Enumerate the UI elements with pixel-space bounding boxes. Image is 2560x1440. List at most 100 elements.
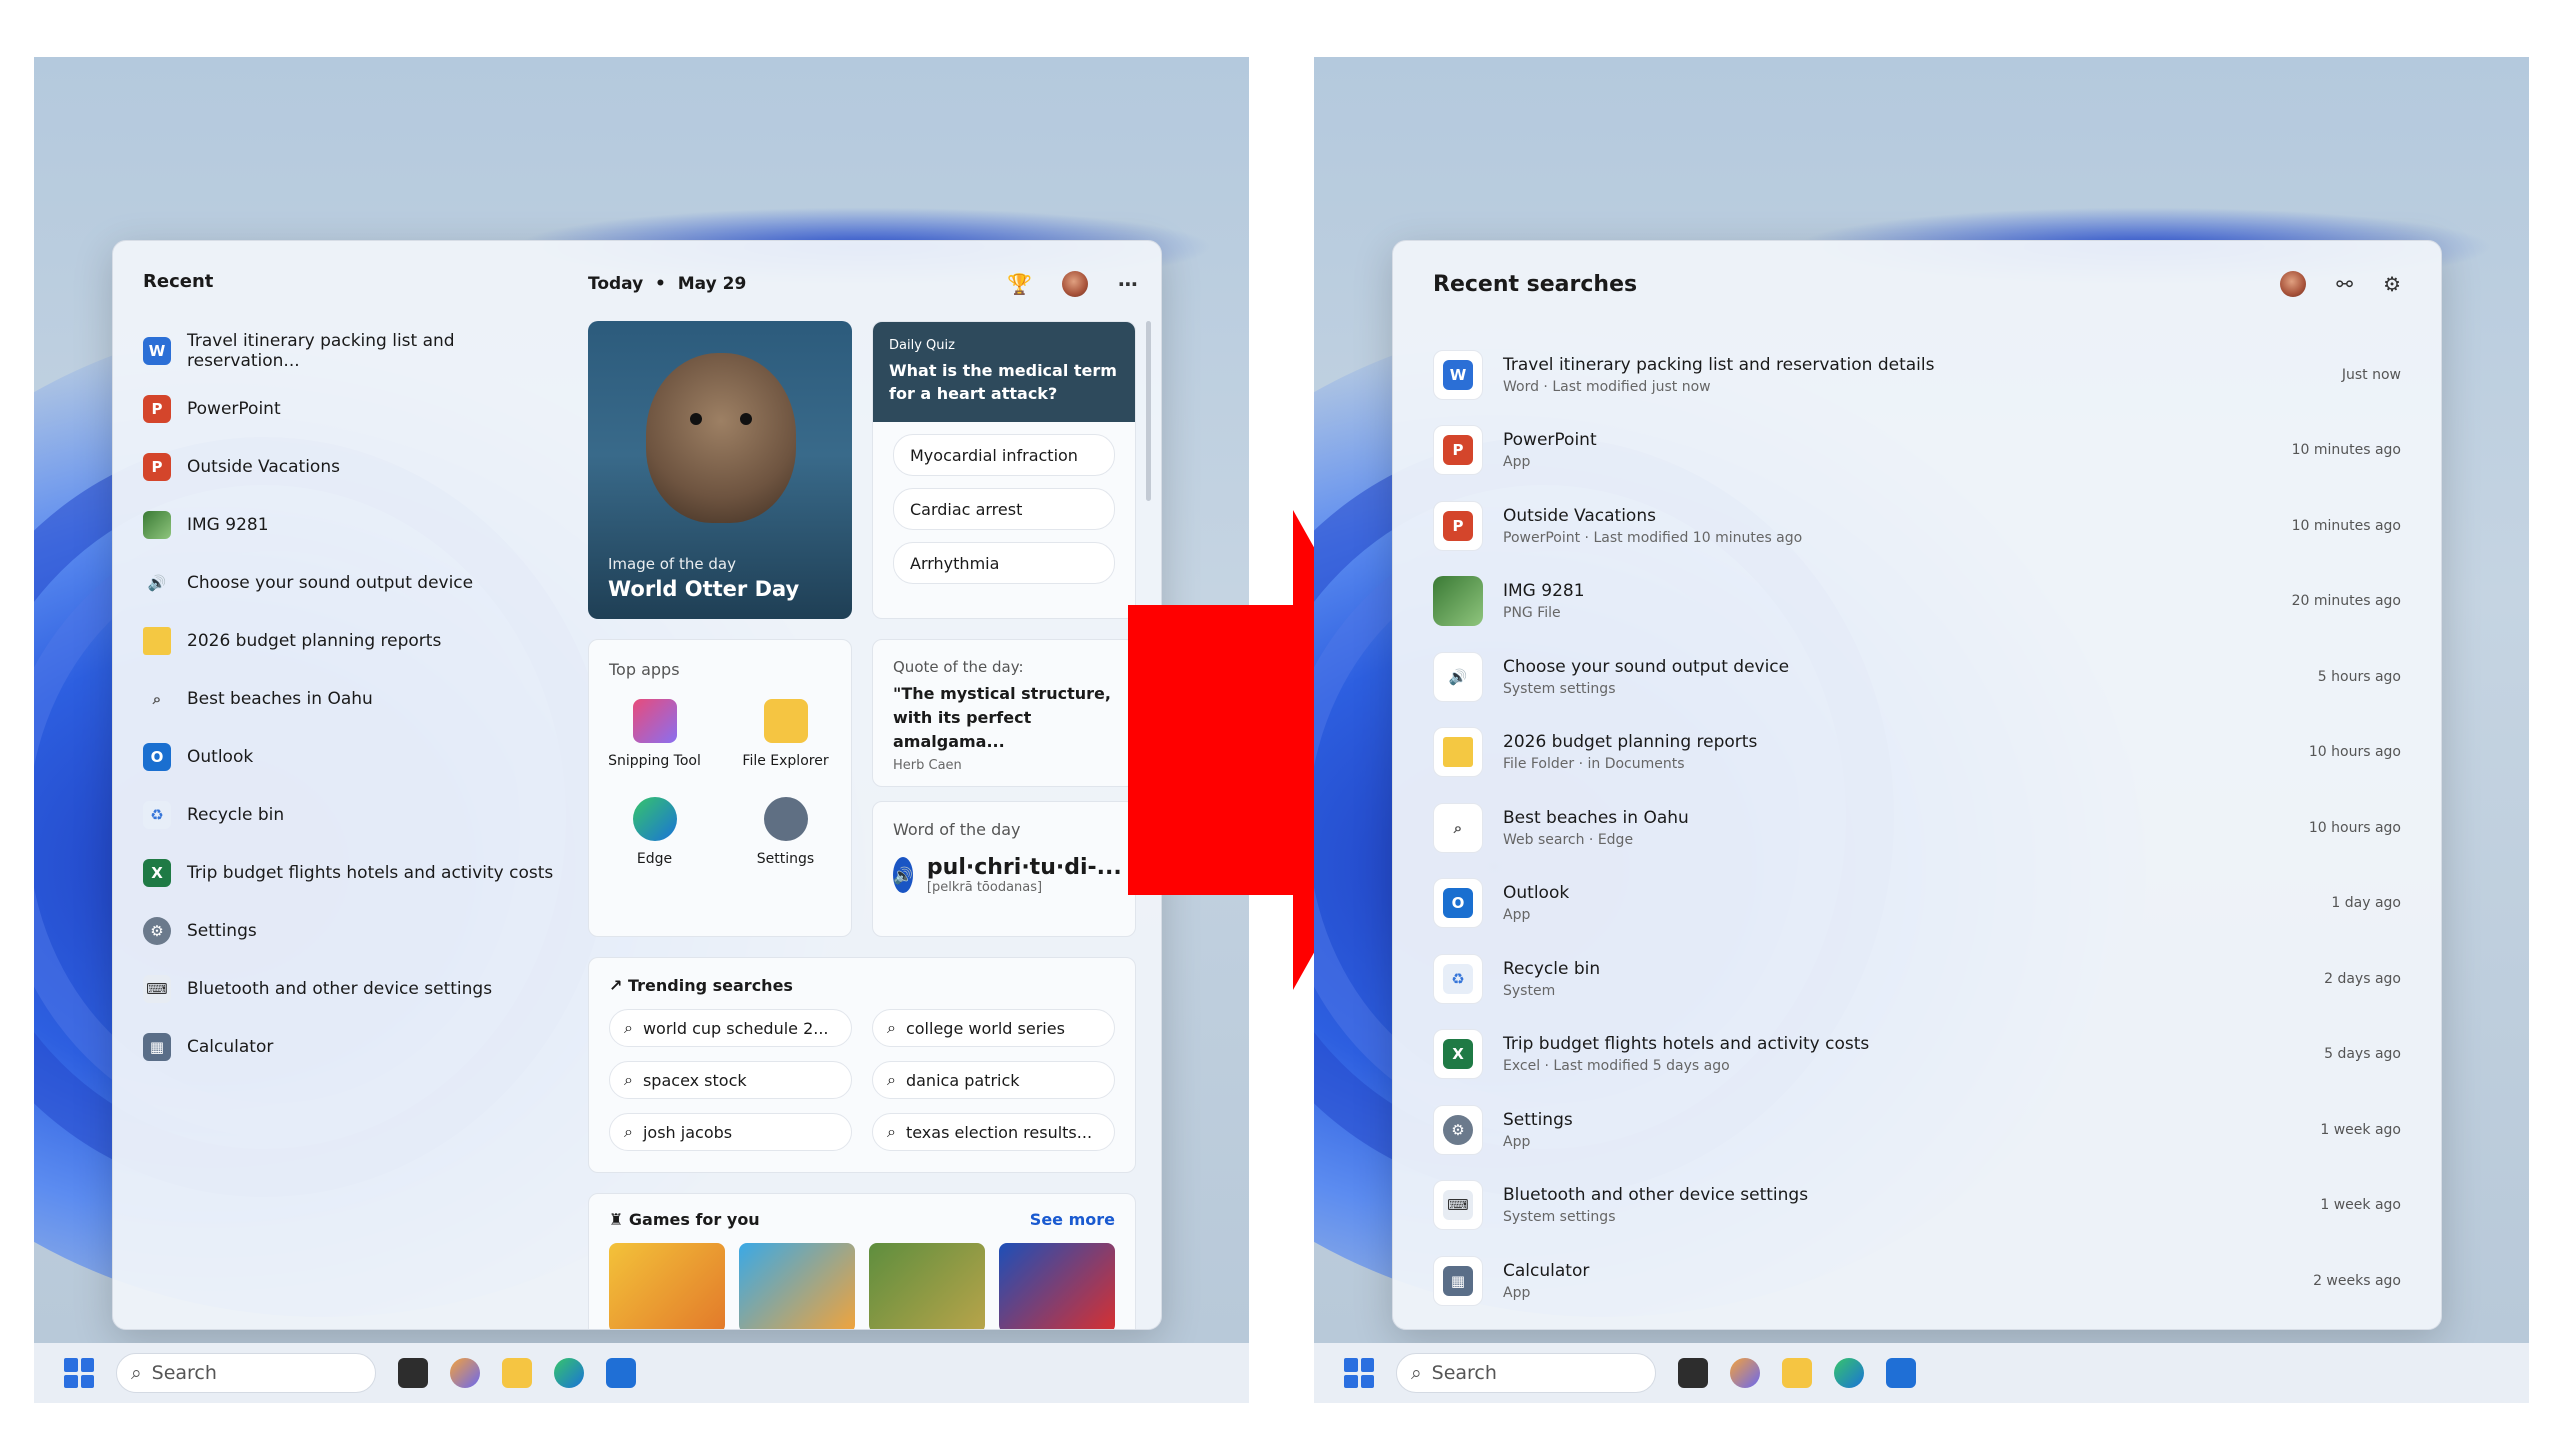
taskbar-search-box[interactable]: ⌕ Search — [1396, 1353, 1656, 1393]
otter-eye-right — [740, 413, 752, 425]
scrollbar[interactable] — [1146, 321, 1151, 501]
store-icon[interactable] — [606, 1358, 636, 1388]
recent-item[interactable]: P PowerPoint — [143, 380, 563, 438]
recent-item[interactable]: O Outlook — [143, 728, 563, 786]
result-text: Bluetooth and other device settings Syste… — [1503, 1185, 2300, 1225]
file-explorer-icon[interactable] — [1782, 1358, 1812, 1388]
result-row[interactable]: X Trip budget flights hotels and activity… — [1433, 1017, 2401, 1093]
recent-item[interactable]: ⌨ Bluetooth and other device settings — [143, 960, 563, 1018]
result-sub: System settings — [1503, 680, 1616, 697]
result-name: Travel itinerary packing list and reserv… — [1503, 354, 1935, 375]
recycle-bin-icon: ♻ — [143, 801, 171, 829]
file-explorer-icon[interactable] — [502, 1358, 532, 1388]
recent-item[interactable]: X Trip budget flights hotels and activity… — [143, 844, 563, 902]
result-name: Outside Vacations — [1503, 505, 1656, 526]
quiz-option[interactable]: Arrhythmia — [893, 542, 1115, 584]
recent-item-label: 2026 budget planning reports — [187, 631, 442, 651]
recent-searches-list: W Travel itinerary packing list and reser… — [1433, 337, 2401, 1319]
recent-item[interactable]: 🔊 Choose your sound output device — [143, 554, 563, 612]
speaker-icon: 🔊 — [147, 574, 167, 592]
trending-pill[interactable]: ⌕ world cup schedule 2... — [609, 1009, 852, 1047]
recent-item-label: PowerPoint — [187, 399, 281, 419]
app-edge[interactable]: Edge — [589, 797, 720, 867]
trending-pill[interactable]: ⌕ josh jacobs — [609, 1113, 852, 1151]
quiz-option[interactable]: Cardiac arrest — [893, 488, 1115, 530]
result-sub: App — [1503, 1133, 1531, 1150]
search-icon: ⌕ — [624, 1018, 633, 1037]
recent-item[interactable]: 2026 budget planning reports — [143, 612, 563, 670]
result-row[interactable]: IMG 9281 PNG File 20 minutes ago — [1433, 564, 2401, 640]
recent-item[interactable]: ♻ Recycle bin — [143, 786, 563, 844]
result-row[interactable]: O Outlook App 1 day ago — [1433, 866, 2401, 942]
copilot-icon[interactable] — [1730, 1358, 1760, 1388]
result-sub: System settings — [1503, 1209, 1616, 1226]
app-file-explorer[interactable]: File Explorer — [720, 699, 851, 769]
speaker-icon[interactable]: 🔊 — [893, 857, 913, 893]
result-row[interactable]: P PowerPoint App 10 minutes ago — [1433, 413, 2401, 489]
game-tile[interactable] — [869, 1243, 985, 1329]
start-button[interactable] — [64, 1358, 94, 1388]
taskbar: ⌕ Search — [1314, 1343, 2529, 1403]
top-apps-card: Top apps Snipping Tool File Explorer Edg… — [588, 639, 852, 937]
trending-pill[interactable]: ⌕ college world series — [872, 1009, 1115, 1047]
quote-of-day-card[interactable]: Quote of the day: "The mystical structur… — [872, 639, 1136, 787]
recent-item[interactable]: P Outside Vacations — [143, 438, 563, 496]
powerpoint-icon: P — [143, 395, 171, 423]
result-row[interactable]: ⚙ Settings App 1 week ago — [1433, 1092, 2401, 1168]
game-tile[interactable] — [609, 1243, 725, 1329]
result-row[interactable]: ⌨ Bluetooth and other device settings Syst… — [1433, 1168, 2401, 1244]
powerpoint-file-icon: P — [1443, 510, 1473, 541]
excel-icon: X — [143, 859, 171, 887]
result-row[interactable]: ⌕ Best beaches in Oahu Web search · Edge 10… — [1433, 790, 2401, 866]
result-row[interactable]: 2026 budget planning reports File Folder … — [1433, 715, 2401, 791]
result-row[interactable]: ♻ Recycle bin System 2 days ago — [1433, 941, 2401, 1017]
task-view-icon[interactable] — [398, 1358, 428, 1388]
gear-icon[interactable]: ⚙ — [2383, 272, 2401, 296]
recent-item[interactable]: ▦ Calculator — [143, 1018, 563, 1076]
start-button[interactable] — [1344, 1358, 1374, 1388]
result-time: Just now — [2341, 366, 2401, 383]
trending-label: texas election results... — [905, 1122, 1093, 1142]
result-row[interactable]: 🔊 Choose your sound output device System s… — [1433, 639, 2401, 715]
recent-item[interactable]: IMG 9281 — [143, 496, 563, 554]
app-snipping-tool[interactable]: Snipping Tool — [589, 699, 720, 769]
quiz-option[interactable]: Myocardial infraction — [893, 434, 1115, 476]
result-row[interactable]: W Travel itinerary packing list and reser… — [1433, 337, 2401, 413]
result-text: Recycle bin System — [1503, 959, 2304, 999]
trending-pill[interactable]: ⌕ danica patrick — [872, 1061, 1115, 1099]
trending-header: ↗ Trending searches — [609, 976, 1115, 995]
game-tile[interactable] — [999, 1243, 1115, 1329]
recent-item[interactable]: ⌕ Best beaches in Oahu — [143, 670, 563, 728]
edge-icon[interactable] — [1834, 1358, 1864, 1388]
store-icon[interactable] — [1886, 1358, 1916, 1388]
recent-item[interactable]: W Travel itinerary packing list and reser… — [143, 322, 563, 380]
see-more-link[interactable]: See more — [1030, 1210, 1115, 1229]
image-of-day-title: World Otter Day — [608, 577, 800, 601]
result-row[interactable]: P Outside Vacations PowerPoint · Last modi… — [1433, 488, 2401, 564]
recent-list: W Travel itinerary packing list and reser… — [143, 322, 563, 1076]
image-of-day-card[interactable]: Image of the day World Otter Day — [588, 321, 852, 619]
taskbar-search-box[interactable]: ⌕ Search — [116, 1353, 376, 1393]
edge-icon[interactable] — [554, 1358, 584, 1388]
recent-item-label: Outlook — [187, 747, 254, 767]
word-of-day-card[interactable]: Word of the day 🔊 pul·chri·tu·di-... [pe… — [872, 801, 1136, 937]
avatar[interactable] — [2280, 271, 2307, 297]
trending-pill[interactable]: ⌕ spacex stock — [609, 1061, 852, 1099]
image-of-day-caption: Image of the day World Otter Day — [608, 555, 799, 601]
search-icon: ⌕ — [131, 1362, 142, 1384]
today-label: Today — [588, 274, 644, 294]
more-options-icon[interactable]: ⋯ — [1118, 272, 1138, 296]
task-view-icon[interactable] — [1678, 1358, 1708, 1388]
avatar[interactable] — [1062, 271, 1088, 297]
app-settings[interactable]: Settings — [720, 797, 851, 867]
copilot-icon[interactable] — [450, 1358, 480, 1388]
game-tile[interactable] — [739, 1243, 855, 1329]
result-row[interactable]: ▦ Calculator App 2 weeks ago — [1433, 1243, 2401, 1319]
trending-pill[interactable]: ⌕ texas election results... — [872, 1113, 1115, 1151]
recent-item[interactable]: ⚙ Settings — [143, 902, 563, 960]
result-name: Trip budget flights hotels and activity … — [1503, 1034, 1870, 1055]
share-icon[interactable]: ⚯ — [2336, 272, 2353, 296]
trophy-icon[interactable]: 🏆 — [1007, 272, 1032, 296]
today-column: Today • May 29 🏆 ⋯ Image of the day Worl… — [588, 271, 1138, 1329]
games-header: ♜ Games for you See more — [609, 1210, 1115, 1229]
